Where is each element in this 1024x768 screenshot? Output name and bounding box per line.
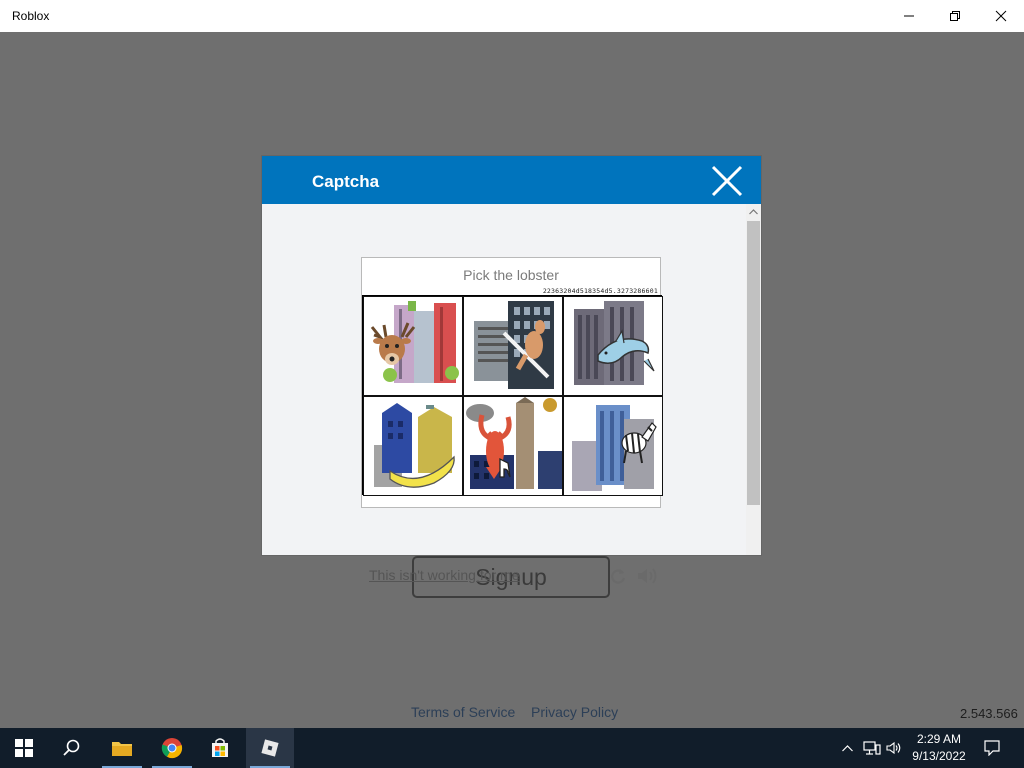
clock-date: 9/13/2022: [912, 749, 966, 763]
captcha-challenge: Pick the lobster 22363204d518354d5.32732…: [361, 257, 663, 508]
notifications-button[interactable]: [980, 728, 1004, 768]
terms-of-service-link[interactable]: Terms of Service: [411, 704, 515, 720]
clock-time: 2:29 AM: [916, 732, 962, 746]
search-button[interactable]: [48, 728, 96, 768]
search-icon: [63, 739, 80, 756]
not-working-link[interactable]: This isn't working for me: [369, 567, 520, 583]
audio-icon[interactable]: [636, 566, 658, 586]
file-explorer-button[interactable]: [98, 728, 146, 768]
captcha-dialog: Captcha Pick the lobster 22363204d518354…: [262, 156, 761, 584]
roblox-taskbar-button[interactable]: [246, 728, 294, 768]
dolphin-image: [574, 301, 655, 385]
microsoft-store-button[interactable]: [196, 728, 244, 768]
deer-tile[interactable]: [363, 296, 463, 396]
version-label: 2.543.566: [960, 706, 1018, 721]
zebra-tile[interactable]: [563, 396, 663, 496]
dialog-header: Captcha: [262, 156, 761, 204]
taskbar-clock[interactable]: 2:29 AM 9/13/2022: [904, 731, 974, 765]
banana-image: [374, 403, 455, 488]
taskbar: 2:29 AM 9/13/2022: [0, 728, 1024, 768]
chrome-icon: [161, 738, 183, 759]
roblox-icon: [261, 739, 279, 757]
dialog-body: Pick the lobster 22363204d518354d5.32732…: [262, 204, 746, 584]
network-icon: [863, 741, 881, 755]
store-icon: [212, 738, 228, 757]
minimize-button[interactable]: [886, 0, 932, 32]
close-window-button[interactable]: [978, 0, 1024, 32]
window-title: Roblox: [12, 9, 50, 23]
windows-logo-icon: [15, 739, 33, 757]
windows-start-button[interactable]: [0, 728, 48, 768]
folder-icon: [112, 742, 132, 756]
volume-tray-button[interactable]: [884, 728, 904, 768]
window-titlebar: Roblox: [0, 0, 1024, 32]
show-hidden-icons-button[interactable]: [838, 728, 856, 768]
captcha-grid: [362, 295, 663, 496]
chevron-up-icon: [841, 744, 853, 751]
notification-icon: [984, 740, 1000, 756]
privacy-policy-link[interactable]: Privacy Policy: [531, 704, 618, 720]
dolphin-tile[interactable]: [563, 296, 663, 396]
scrollbar-thumb[interactable]: [747, 221, 760, 505]
deer-image: [370, 301, 459, 383]
chrome-button[interactable]: [148, 728, 196, 768]
dialog-close-button[interactable]: [710, 164, 744, 198]
kangaroo-image: [474, 301, 554, 389]
dialog-scrollbar[interactable]: [746, 204, 761, 555]
dialog-title: Captcha: [312, 172, 380, 191]
kangaroo-tile[interactable]: [463, 296, 563, 396]
lobster-image: [466, 397, 562, 489]
close-icon: [711, 165, 743, 197]
restore-icon: [950, 11, 960, 21]
banana-tile[interactable]: [363, 396, 463, 496]
volume-icon: [886, 741, 901, 755]
zebra-image: [572, 405, 657, 491]
captcha-id: 22363204d518354d5.3273286601: [542, 287, 658, 295]
lobster-tile[interactable]: [463, 396, 563, 496]
minimize-icon: [904, 15, 914, 17]
network-tray-button[interactable]: [861, 728, 883, 768]
restore-button[interactable]: [932, 0, 978, 32]
refresh-icon[interactable]: [609, 567, 627, 585]
close-icon: [995, 10, 1007, 22]
captcha-instruction: Pick the lobster: [463, 267, 559, 283]
scroll-up-arrow-icon[interactable]: [746, 204, 761, 220]
